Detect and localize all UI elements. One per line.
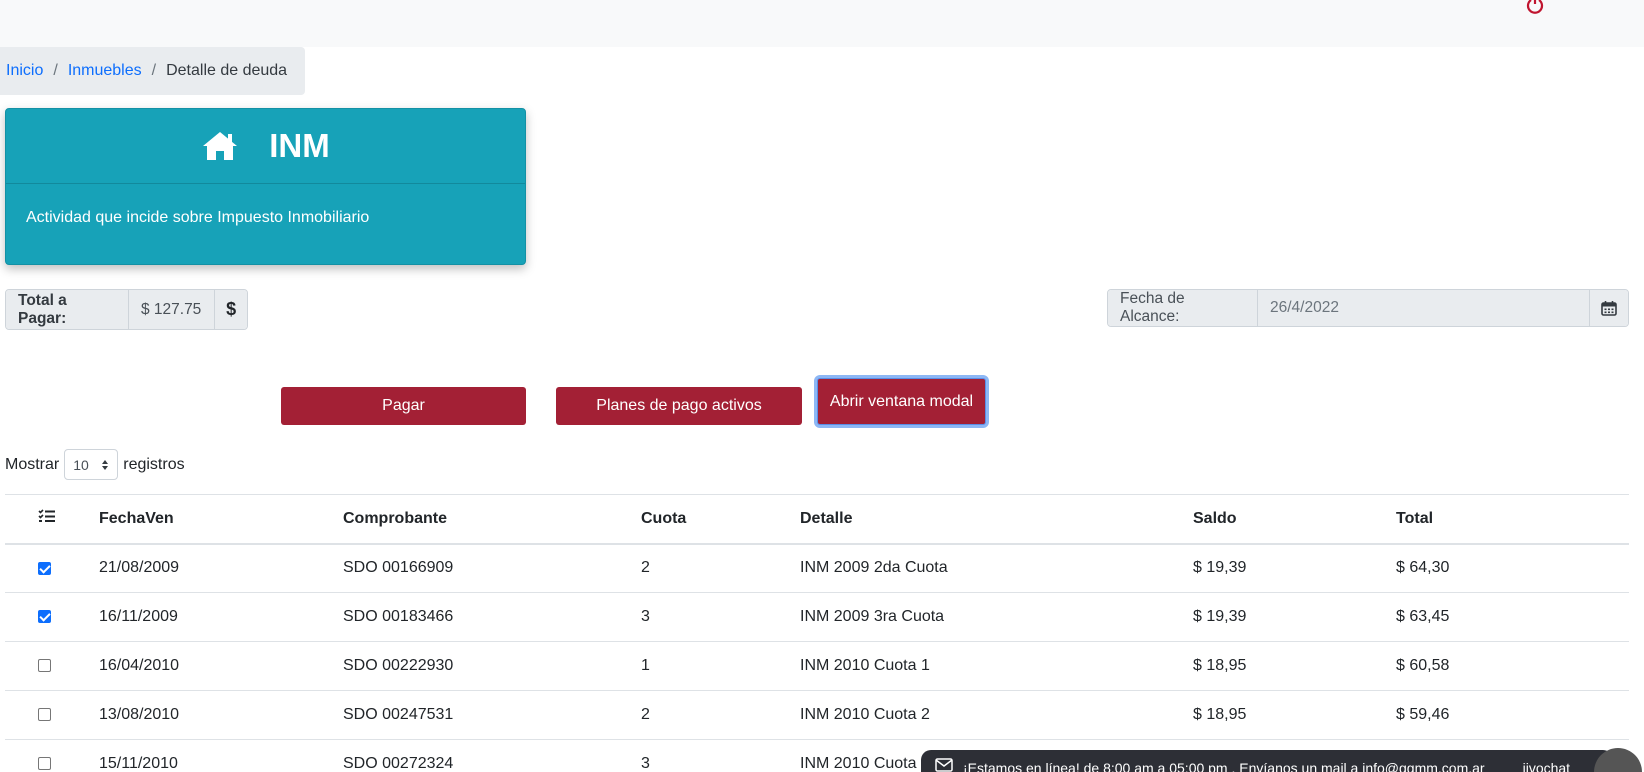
table-cell: 3 [641, 739, 800, 772]
length-suffix: registros [123, 455, 185, 473]
chat-widget-bar[interactable]: ¡Estamos en línea! de 8:00 am a 05:00 pm… [921, 750, 1613, 772]
column-header[interactable]: Cuota [641, 494, 800, 545]
column-header[interactable]: Comprobante [343, 494, 641, 545]
column-header[interactable]: Total [1396, 494, 1629, 545]
row-checkbox[interactable] [38, 610, 51, 624]
table-cell: $ 19,39 [1193, 543, 1396, 593]
total-value: $ 127.75 [128, 290, 215, 329]
table-cell: INM 2010 Cuota 2 [800, 690, 1193, 740]
row-select-cell [5, 641, 99, 691]
row-select-cell [5, 690, 99, 740]
table-cell: SDO 00183466 [343, 592, 641, 642]
column-header[interactable]: Saldo [1193, 494, 1396, 545]
breadcrumb-current: Detalle de deuda [166, 62, 288, 79]
breadcrumb-separator: / [151, 62, 157, 79]
row-select-cell [5, 592, 99, 642]
table-row: 16/04/2010 SDO 00222930 1 INM 2010 Cuota 1 $… [5, 641, 1629, 691]
table-cell: 21/08/2009 [99, 543, 343, 593]
card-description: Actividad que incide sobre Impuesto Inmo… [26, 209, 370, 226]
table-cell: 1 [641, 641, 800, 691]
table-cell: SDO 00272324 [343, 739, 641, 772]
table-cell: $ 18,95 [1193, 690, 1396, 740]
table-cell: 16/11/2009 [99, 592, 343, 642]
table-header-row: FechaVen Comprobante Cuota Detalle Saldo… [5, 494, 1629, 545]
select-all-header[interactable] [5, 494, 99, 545]
table-cell: $ 18,95 [1193, 641, 1396, 691]
planes-de-pago-button[interactable]: Planes de pago activos [556, 387, 802, 425]
table-cell: $ 63,45 [1396, 592, 1629, 642]
tax-info-card: INM Actividad que incide sobre Impuesto … [5, 108, 526, 265]
row-checkbox[interactable] [38, 561, 51, 575]
table-cell: INM 2009 2da Cuota [800, 543, 1193, 593]
table-cell: 13/08/2010 [99, 690, 343, 740]
table-cell: $ 64,30 [1396, 543, 1629, 593]
breadcrumb-inmuebles-link[interactable]: Inmuebles [68, 62, 142, 80]
row-checkbox[interactable] [38, 708, 51, 722]
row-checkbox[interactable] [38, 659, 51, 673]
card-header: INM [6, 109, 525, 184]
table-cell: SDO 00247531 [343, 690, 641, 740]
total-group: Total a Pagar: $ 127.75 $ [5, 289, 248, 330]
column-header[interactable]: FechaVen [99, 494, 343, 545]
fecha-label: Fecha de Alcance: [1108, 290, 1258, 326]
table-cell: $ 19,39 [1193, 592, 1396, 642]
abrir-modal-button[interactable]: Abrir ventana modal [817, 378, 986, 425]
breadcrumb-separator: / [53, 62, 58, 79]
total-label: Total a Pagar: [6, 290, 129, 329]
table-row: 13/08/2010 SDO 00247531 2 INM 2010 Cuota 2 $… [5, 690, 1629, 740]
table-cell: INM 2010 Cuota 1 [800, 641, 1193, 691]
sort-caret-icon [102, 459, 109, 470]
home-icon [203, 132, 238, 160]
card-title: INM [269, 127, 330, 164]
row-select-cell [5, 543, 99, 593]
page-length-select[interactable]: 10 [64, 449, 119, 480]
top-navbar [0, 0, 1644, 47]
table-row: 16/11/2009 SDO 00183466 3 INM 2009 3ra Cuot… [5, 592, 1629, 642]
table-cell: INM 2009 3ra Cuota [800, 592, 1193, 642]
row-select-cell [5, 739, 99, 772]
column-header[interactable]: Detalle [800, 494, 1193, 545]
length-menu: Mostrar 10 registros [5, 449, 185, 480]
table-cell: 15/11/2010 [99, 739, 343, 772]
table-cell: 16/04/2010 [99, 641, 343, 691]
table-cell: $ 60,58 [1396, 641, 1629, 691]
table-cell: 3 [641, 592, 800, 642]
table-cell: 2 [641, 690, 800, 740]
breadcrumb-home-link[interactable]: Inicio [6, 62, 43, 80]
page-length-value: 10 [73, 456, 89, 473]
breadcrumb: Inicio / Inmuebles / Detalle de deuda [0, 47, 305, 95]
dollar-icon: $ [214, 290, 247, 329]
table-row: 21/08/2009 SDO 00166909 2 INM 2009 2da Cuot… [5, 543, 1629, 593]
debt-table: FechaVen Comprobante Cuota Detalle Saldo… [5, 494, 1629, 772]
pagar-button[interactable]: Pagar [281, 387, 526, 425]
table-cell: 2 [641, 543, 800, 593]
table-cell: $ 59,46 [1396, 690, 1629, 740]
row-checkbox[interactable] [38, 757, 51, 771]
fecha-group: Fecha de Alcance: 26/4/2022 [1107, 289, 1629, 327]
table-cell: SDO 00222930 [343, 641, 641, 691]
list-check-icon[interactable] [38, 509, 55, 523]
power-icon[interactable] [1525, 0, 1545, 14]
fecha-input[interactable]: 26/4/2022 [1258, 290, 1589, 326]
chat-message: ¡Estamos en línea! de 8:00 am a 05:00 pm… [963, 760, 1485, 772]
table-cell: SDO 00166909 [343, 543, 641, 593]
length-prefix: Mostrar [5, 455, 60, 473]
chat-brand: jivochat [1522, 760, 1571, 772]
calendar-icon[interactable] [1589, 290, 1628, 326]
envelope-icon [935, 758, 953, 772]
